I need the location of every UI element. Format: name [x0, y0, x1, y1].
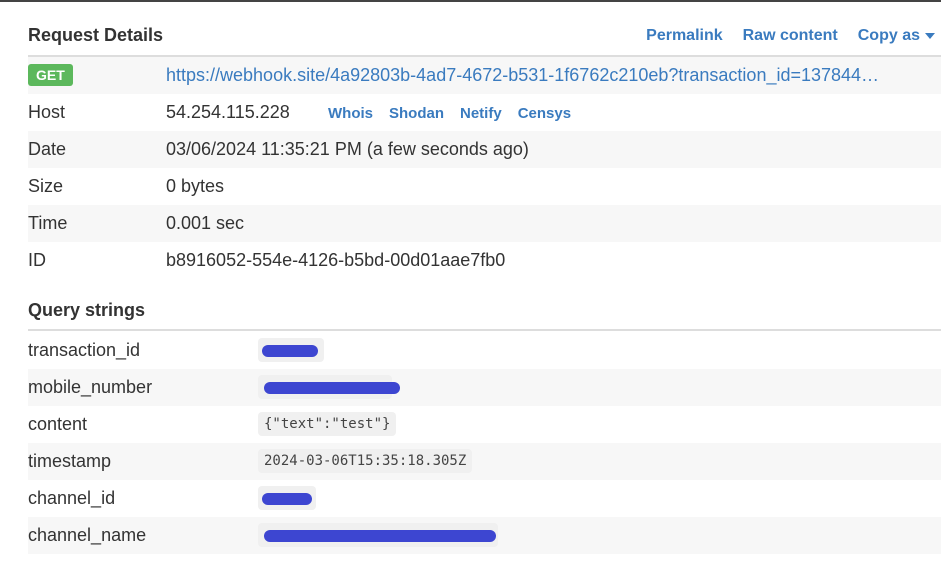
query-value-chip	[258, 338, 324, 362]
redaction-mark	[262, 493, 312, 505]
redaction-mark	[264, 382, 400, 394]
query-strings-title: Query strings	[28, 300, 146, 320]
header-actions: Permalink Raw content Copy as	[646, 27, 935, 45]
query-value-chip	[258, 375, 400, 399]
time-row: Time 0.001 sec	[28, 205, 941, 242]
id-row: ID b8916052-554e-4126-b5bd-00d01aae7fb0	[28, 242, 941, 279]
query-value-chip	[258, 486, 316, 510]
page-title: Request Details	[28, 25, 164, 45]
time-label: Time	[28, 213, 68, 233]
date-value: 03/06/2024 11:35:21 PM (a few seconds ag…	[166, 139, 529, 159]
size-row: Size 0 bytes	[28, 168, 941, 205]
query-row: timestamp 2024-03-06T15:35:18.305Z	[28, 443, 941, 480]
redaction-mark	[264, 530, 496, 542]
query-row: channel_id	[28, 480, 941, 517]
date-label: Date	[28, 139, 67, 159]
query-key: timestamp	[28, 451, 112, 471]
date-row: Date 03/06/2024 11:35:21 PM (a few secon…	[28, 131, 941, 168]
netify-link[interactable]: Netify	[460, 105, 502, 122]
copy-as-dropdown[interactable]: Copy as	[858, 27, 935, 45]
host-label: Host	[28, 102, 66, 122]
copy-as-label: Copy as	[857, 27, 920, 44]
caret-down-icon	[925, 32, 935, 39]
query-row: mobile_number	[28, 369, 941, 406]
divider	[28, 329, 941, 331]
host-lookup-links: Whois Shodan Netify Censys	[328, 105, 571, 122]
request-details-header: Request Details Permalink Raw content Co…	[28, 24, 941, 54]
query-value-chip	[258, 523, 498, 547]
request-url-link[interactable]: https://webhook.site/4a92803b-4ad7-4672-…	[166, 65, 879, 86]
query-row: channel_name	[28, 517, 941, 554]
query-key: content	[28, 414, 88, 434]
window-top-border	[0, 0, 941, 2]
id-label: ID	[28, 250, 46, 270]
censys-link[interactable]: Censys	[518, 105, 571, 122]
whois-link[interactable]: Whois	[328, 105, 373, 122]
shodan-link[interactable]: Shodan	[389, 105, 444, 122]
size-label: Size	[28, 176, 64, 196]
query-key: channel_id	[28, 488, 116, 508]
query-key: mobile_number	[28, 377, 153, 397]
permalink-link[interactable]: Permalink	[646, 27, 722, 45]
host-row: Host 54.254.115.228 Whois Shodan Netify …	[28, 94, 941, 131]
host-value: 54.254.115.228	[166, 102, 290, 122]
redaction-mark	[262, 345, 318, 357]
method-badge: GET	[28, 64, 73, 86]
query-value: 2024-03-06T15:35:18.305Z	[258, 449, 473, 473]
query-value: {"text":"test"}	[258, 412, 397, 436]
raw-content-link[interactable]: Raw content	[743, 27, 838, 45]
url-row: GET https://webhook.site/4a92803b-4ad7-4…	[28, 57, 941, 94]
query-row: content {"text":"test"}	[28, 406, 941, 443]
size-value: 0 bytes	[166, 176, 225, 196]
query-row: transaction_id	[28, 332, 941, 369]
time-value: 0.001 sec	[166, 213, 245, 233]
query-key: channel_name	[28, 525, 147, 545]
id-value: b8916052-554e-4126-b5bd-00d01aae7fb0	[166, 250, 506, 270]
query-key: transaction_id	[28, 340, 141, 360]
